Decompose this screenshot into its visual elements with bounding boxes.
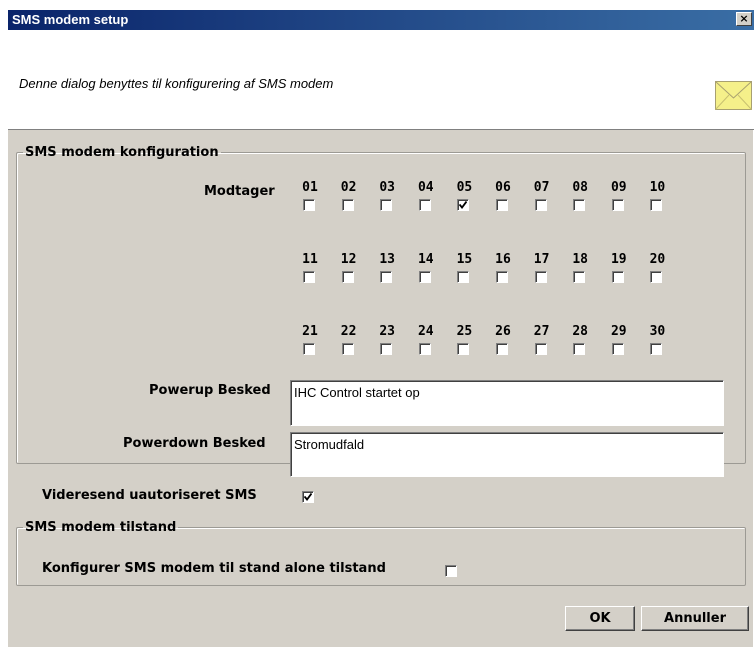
receiver-number: 18 — [572, 252, 589, 267]
receiver-checkbox-21[interactable] — [303, 343, 315, 355]
powerdown-message-field[interactable]: Stromudfald — [290, 432, 724, 477]
config-group-legend: SMS modem konfiguration — [25, 145, 219, 160]
receiver-number: 25 — [456, 324, 473, 339]
powerup-label: Powerup Besked — [149, 383, 271, 398]
receiver-number: 20 — [649, 252, 666, 267]
sms-modem-setup-dialog: SMS modem setup × Denne dialog benyttes … — [7, 9, 754, 647]
checkmark-icon — [459, 201, 468, 209]
receiver-checkbox-13[interactable] — [380, 271, 393, 283]
receiver-number: 06 — [495, 180, 511, 195]
close-button[interactable]: × — [736, 12, 752, 26]
receiver-number: 09 — [610, 180, 627, 195]
receiver-checkbox-28[interactable] — [573, 343, 586, 355]
receiver-number: 24 — [417, 324, 434, 339]
receiver-number: 16 — [495, 252, 511, 267]
receiver-checkbox-19[interactable] — [611, 271, 624, 283]
receiver-checkbox-17[interactable] — [534, 271, 547, 283]
receiver-checkbox-20[interactable] — [650, 271, 663, 283]
state-group: SMS modem tilstand — [16, 520, 746, 586]
receiver-number: 11 — [302, 252, 318, 267]
receiver-checkbox-27[interactable] — [534, 343, 547, 355]
receiver-checkbox-06[interactable] — [496, 199, 508, 211]
header-panel: Denne dialog benyttes til konfigurering … — [8, 30, 754, 130]
envelope-icon — [715, 81, 752, 110]
receiver-number: 22 — [340, 324, 357, 339]
receiver-checkbox-25[interactable] — [457, 343, 470, 355]
receiver-number: 07 — [533, 180, 550, 195]
powerdown-label: Powerdown Besked — [123, 436, 266, 451]
receiver-checkbox-23[interactable] — [380, 343, 393, 355]
receiver-checkbox-12[interactable] — [341, 271, 354, 283]
receiver-number: 29 — [610, 324, 627, 339]
receiver-number: 21 — [302, 324, 318, 339]
receiver-number: 15 — [456, 252, 473, 267]
receiver-label: Modtager — [204, 184, 275, 199]
receiver-checkbox-05[interactable] — [457, 199, 470, 211]
receiver-checkbox-22[interactable] — [341, 343, 354, 355]
receiver-number: 27 — [533, 324, 550, 339]
receiver-checkbox-26[interactable] — [496, 343, 508, 355]
receiver-checkbox-14[interactable] — [418, 271, 431, 283]
receiver-checkbox-16[interactable] — [496, 271, 508, 283]
receiver-number: 02 — [340, 180, 357, 195]
receiver-number: 08 — [572, 180, 589, 195]
standalone-checkbox[interactable] — [445, 565, 457, 577]
receiver-number: 14 — [417, 252, 434, 267]
standalone-label: Konfigurer SMS modem til stand alone til… — [42, 561, 386, 576]
receiver-checkbox-07[interactable] — [534, 199, 547, 211]
receiver-checkbox-01[interactable] — [303, 199, 315, 211]
cancel-button[interactable]: Annuller — [641, 606, 749, 631]
state-group-legend: SMS modem tilstand — [25, 520, 177, 535]
receiver-checkbox-18[interactable] — [573, 271, 586, 283]
receiver-checkbox-29[interactable] — [611, 343, 624, 355]
receiver-number: 03 — [379, 180, 396, 195]
receiver-number: 23 — [379, 324, 396, 339]
checkmark-icon — [304, 493, 312, 501]
receiver-number: 17 — [533, 252, 550, 267]
receiver-checkbox-15[interactable] — [457, 271, 470, 283]
forward-sms-label: Videresend uautoriseret SMS — [42, 488, 257, 503]
header-description: Denne dialog benyttes til konfigurering … — [19, 76, 334, 91]
title-bar[interactable]: SMS modem setup × — [8, 10, 754, 30]
receiver-number: 04 — [417, 180, 434, 195]
forward-sms-checkbox[interactable] — [302, 491, 314, 503]
receiver-number: 05 — [456, 180, 473, 195]
receiver-checkbox-09[interactable] — [611, 199, 624, 211]
receiver-number: 12 — [340, 252, 357, 267]
receiver-checkbox-02[interactable] — [341, 199, 354, 211]
receiver-number: 26 — [495, 324, 511, 339]
receiver-number: 28 — [572, 324, 589, 339]
receiver-checkbox-11[interactable] — [303, 271, 315, 283]
receiver-checkbox-30[interactable] — [650, 343, 663, 355]
receiver-checkbox-08[interactable] — [573, 199, 586, 211]
receiver-checkbox-24[interactable] — [418, 343, 431, 355]
receiver-checkbox-04[interactable] — [418, 199, 431, 211]
receiver-checkbox-10[interactable] — [650, 199, 663, 211]
receiver-checkbox-03[interactable] — [380, 199, 393, 211]
receiver-number: 30 — [649, 324, 666, 339]
powerup-message-field[interactable]: IHC Control startet op — [290, 380, 724, 426]
receiver-number: 13 — [379, 252, 396, 267]
window-title: SMS modem setup — [12, 12, 129, 27]
ok-button[interactable]: OK — [565, 606, 635, 631]
receiver-number: 19 — [610, 252, 627, 267]
receiver-number: 10 — [649, 180, 666, 195]
receiver-number: 01 — [302, 180, 318, 195]
